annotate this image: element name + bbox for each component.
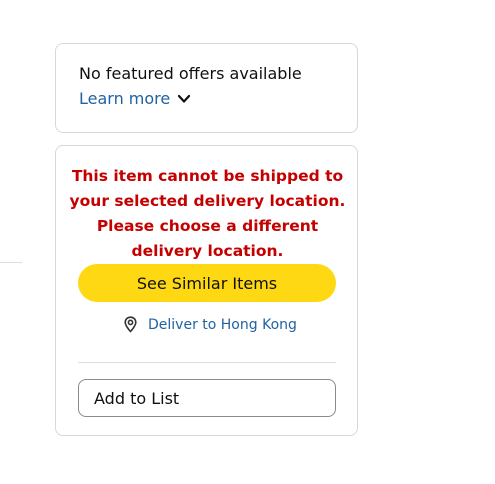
learn-more-label: Learn more (79, 89, 171, 108)
see-similar-items-button[interactable]: See Similar Items (78, 264, 336, 302)
buy-box-card: This item cannot be shipped to your sele… (55, 145, 358, 436)
shipping-error-message: This item cannot be shipped to your sele… (69, 167, 346, 260)
page: No featured offers available Learn more … (0, 0, 495, 484)
chevron-down-icon (178, 94, 191, 103)
learn-more-link[interactable]: Learn more (79, 89, 191, 108)
deliver-to-label: Deliver to Hong Kong (148, 316, 297, 333)
no-offers-text: No featured offers available (79, 64, 302, 83)
add-to-list-button[interactable]: Add to List (78, 379, 336, 417)
offers-card: No featured offers available Learn more (55, 43, 358, 133)
divider (78, 362, 336, 363)
left-divider (0, 262, 22, 263)
deliver-to-link[interactable]: Deliver to Hong Kong (122, 316, 297, 333)
location-pin-icon (124, 316, 137, 333)
